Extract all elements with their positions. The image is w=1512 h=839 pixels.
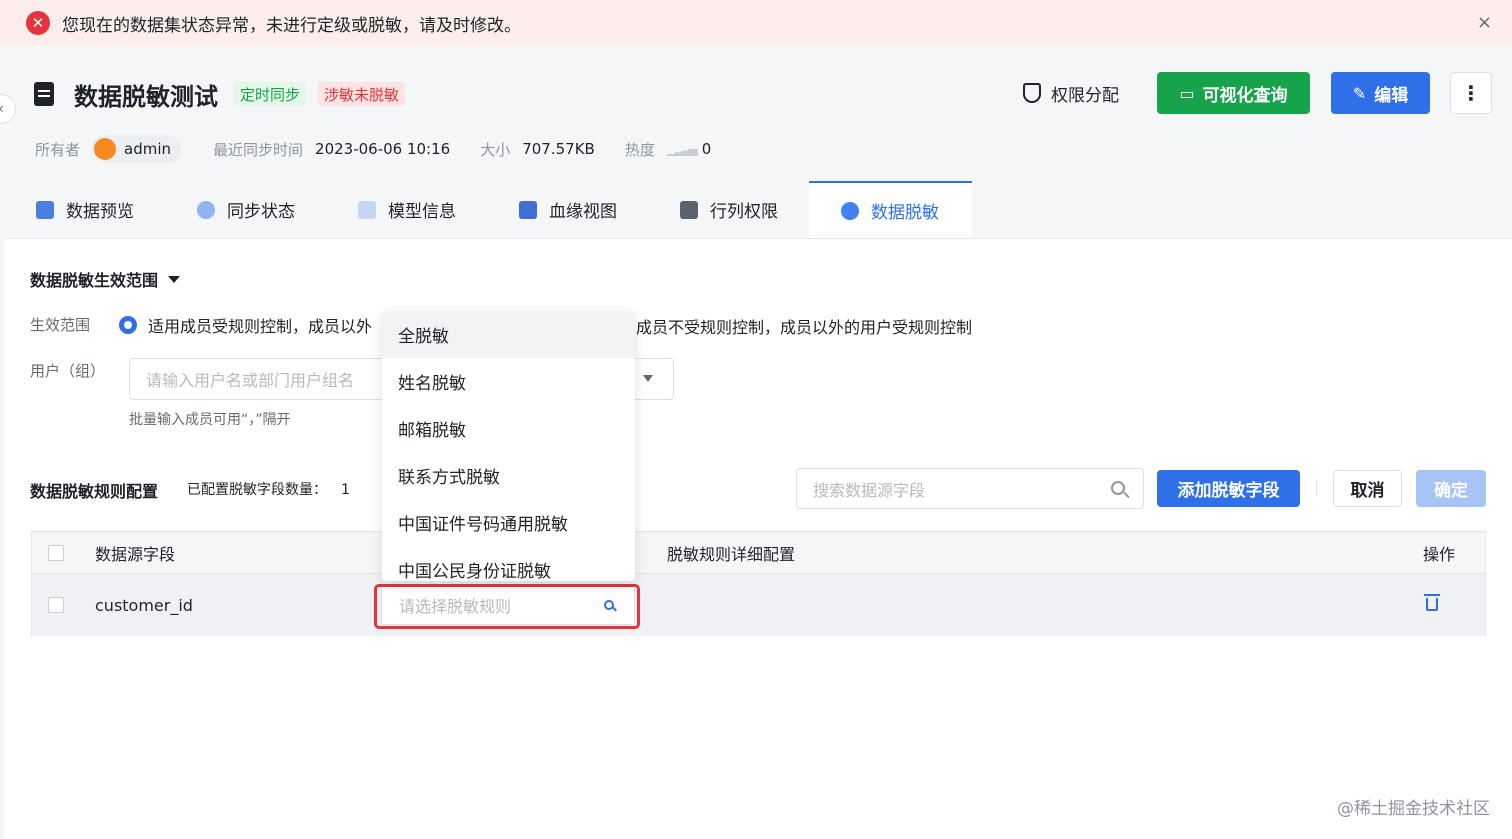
size-label: 大小 (480, 140, 511, 159)
table-row: customer_id 请选择脱敏规则 (32, 574, 1485, 636)
cancel-button[interactable]: 取消 (1333, 470, 1402, 507)
page-title: 数据脱敏测试 (74, 82, 218, 111)
dropdown-option-name-mask[interactable]: 姓名脱敏 (382, 358, 635, 405)
size-value: 707.57KB (522, 140, 595, 158)
rule-select-placeholder: 请选择脱敏规则 (399, 597, 512, 616)
field-search-placeholder: 搜索数据源字段 (813, 480, 926, 500)
edit-button[interactable]: ✎ 编辑 (1331, 72, 1430, 114)
scope-label: 生效范围 (30, 316, 91, 334)
trash-icon[interactable] (1424, 594, 1440, 611)
monitor-icon: ▭ (1179, 83, 1195, 103)
owner-chip[interactable]: admin (92, 135, 182, 163)
tab-sync-status[interactable]: 同步状态 (165, 181, 326, 238)
chevron-down-icon (643, 375, 653, 382)
search-icon (1111, 481, 1125, 495)
caret-down-icon (168, 275, 181, 283)
row-checkbox[interactable] (48, 597, 64, 613)
sync-time-label: 最近同步时间 (213, 140, 304, 159)
status-badge-sync: 定时同步 (234, 82, 307, 106)
visual-query-button[interactable]: ▭ 可视化查询 (1157, 72, 1310, 114)
header-rule-detail: 脱敏规则详细配置 (667, 544, 796, 564)
tab-row-column-permission[interactable]: 行列权限 (648, 181, 809, 238)
status-badge-sensitive: 涉敏未脱敏 (318, 82, 406, 106)
sync-icon (197, 200, 215, 219)
scope-title-text: 数据脱敏生效范围 (30, 271, 159, 290)
lineage-icon (519, 200, 537, 219)
footer-watermark: @稀土掘金技术社区 (1337, 799, 1490, 819)
owner-label: 所有者 (35, 140, 81, 159)
dropdown-option-citizen-id-mask[interactable]: 中国公民身份证脱敏 (382, 546, 635, 581)
heat-value: 0 (701, 140, 712, 158)
avatar (94, 138, 117, 160)
error-icon: ✕ (26, 11, 50, 35)
tab-label: 数据脱敏 (871, 203, 939, 223)
title-row: 数据脱敏测试 定时同步 涉敏未脱敏 (34, 76, 406, 112)
close-icon[interactable]: × (1477, 12, 1492, 33)
dropdown-option-id-general-mask[interactable]: 中国证件号码通用脱敏 (382, 499, 635, 546)
rules-count: 已配置脱敏字段数量： 1 (187, 479, 350, 499)
table-header: 数据源字段 脱敏规则详细配置 操作 (32, 532, 1485, 574)
masking-rule-select[interactable]: 请选择脱敏规则 (381, 585, 635, 625)
dropdown-option-contact-mask[interactable]: 联系方式脱敏 (382, 452, 635, 499)
shield-icon (1023, 83, 1041, 103)
owner-name: admin (124, 140, 172, 158)
permission-label: 权限分配 (1051, 85, 1119, 106)
permission-icon (680, 200, 698, 219)
scope-option-text: 适用成员受规则控制，成员以外 (148, 317, 373, 336)
header-source-field: 数据源字段 (95, 544, 176, 564)
dropdown-option-email-mask[interactable]: 邮箱脱敏 (382, 405, 635, 452)
user-input-hint: 批量输入成员可用“，”隔开 (129, 412, 291, 428)
confirm-button[interactable]: 确定 (1416, 470, 1486, 507)
alert-message: 您现在的数据集状态异常，未进行定级或脱敏，请及时修改。 (62, 15, 521, 36)
masking-rule-dropdown: 全脱敏 姓名脱敏 邮箱脱敏 联系方式脱敏 中国证件号码通用脱敏 中国公民身份证脱… (382, 311, 635, 581)
pencil-icon: ✎ (1352, 83, 1367, 103)
rules-section-title: 数据脱敏规则配置 (30, 482, 159, 501)
grid-icon (36, 200, 54, 219)
error-alert-bar: ✕ 您现在的数据集状态异常，未进行定级或脱敏，请及时修改。 × (0, 0, 1512, 46)
rules-count-value: 1 (341, 482, 350, 498)
search-icon (604, 600, 614, 610)
user-group-label: 用户（组） (30, 362, 106, 380)
sync-time-value: 2023-06-06 10:16 (315, 140, 451, 158)
divider (1316, 480, 1317, 496)
header-actions: 权限分配 ▭ 可视化查询 ✎ 编辑 ⋮ (1023, 72, 1492, 114)
tab-data-masking[interactable]: 数据脱敏 (809, 181, 972, 238)
visual-query-label: 可视化查询 (1202, 85, 1288, 106)
scope-option-members-controlled[interactable]: 适用成员受规则控制，成员以外 (119, 313, 372, 337)
edit-label: 编辑 (1374, 85, 1409, 106)
scope-option-others-controlled[interactable]: 成员不受规则控制，成员以外的用户受规则控制 (636, 314, 972, 338)
tab-label: 同步状态 (227, 202, 295, 222)
meta-row: 所有者 admin 最近同步时间 2023-06-06 10:16 大小 707… (35, 134, 741, 164)
heat-label: 热度 (624, 140, 655, 159)
permission-button[interactable]: 权限分配 (1023, 81, 1119, 106)
tab-label: 血缘视图 (549, 202, 617, 222)
scope-section-title[interactable]: 数据脱敏生效范围 (30, 267, 181, 291)
tab-data-preview[interactable]: 数据预览 (4, 181, 165, 238)
model-icon (358, 200, 376, 219)
source-field-cell: customer_id (95, 595, 193, 615)
select-all-checkbox[interactable] (48, 544, 64, 561)
user-group-placeholder: 请输入用户名或部门用户组名 (146, 371, 355, 390)
more-button[interactable]: ⋮ (1450, 72, 1492, 114)
tab-label: 数据预览 (66, 202, 134, 222)
masking-rules-table: 数据源字段 脱敏规则详细配置 操作 customer_id 请选择脱敏规则 (31, 531, 1486, 636)
rules-count-label: 已配置脱敏字段数量： (187, 482, 327, 498)
field-search-input[interactable]: 搜索数据源字段 (796, 468, 1144, 509)
tab-bar: 数据预览 同步状态 模型信息 血缘视图 行列权限 数据脱敏 (4, 181, 1512, 239)
add-masking-field-button[interactable]: 添加脱敏字段 (1157, 470, 1300, 507)
tab-label: 行列权限 (710, 202, 778, 222)
tab-label: 模型信息 (388, 202, 456, 222)
radio-selected-icon[interactable] (119, 316, 137, 334)
tab-model-info[interactable]: 模型信息 (326, 181, 487, 238)
tab-lineage[interactable]: 血缘视图 (487, 181, 648, 238)
dropdown-option-full-mask[interactable]: 全脱敏 (382, 311, 635, 358)
mask-icon (841, 201, 859, 220)
dataset-icon (34, 82, 54, 106)
header-actions: 操作 (1423, 544, 1456, 564)
heat-bars-icon: ▁▂▃▄ (666, 142, 698, 156)
